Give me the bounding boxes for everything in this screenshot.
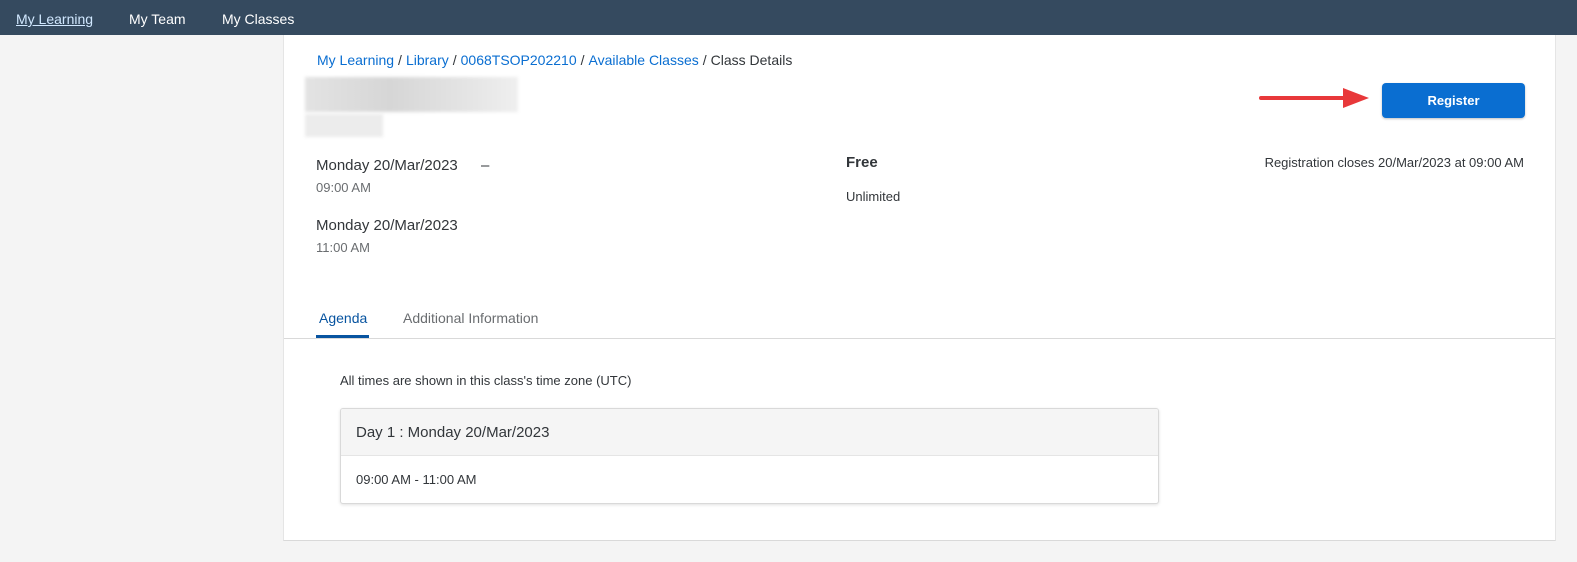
breadcrumb-library[interactable]: Library [406,52,449,68]
seats-label: Unlimited [846,189,901,204]
agenda-time-range: 09:00 AM - 11:00 AM [356,472,477,487]
start-date: Monday 20/Mar/2023 [316,157,458,174]
breadcrumb-separator: / [702,52,707,68]
class-details-card: My Learning / Library/0068TSOP202210/Avail… [283,35,1556,541]
tab-divider [284,338,1555,339]
redacted-class-subtitle [305,114,383,137]
annotation-arrow-icon [1259,88,1369,108]
agenda-day-panel: Day 1 : Monday 20/Mar/2023 09:00 AM - 11… [340,408,1159,504]
tab-agenda[interactable]: Agenda [319,310,367,326]
breadcrumb-separator: / [398,52,402,68]
end-time: 11:00 AM [316,240,370,255]
redacted-class-title [305,77,518,112]
registration-deadline: Registration closes 20/Mar/2023 at 09:00… [1264,155,1524,170]
tab-additional-information[interactable]: Additional Information [403,310,538,326]
top-navigation-bar: My Learning My Team My Classes [0,0,1577,35]
price-label: Free [846,154,878,171]
nav-my-learning[interactable]: My Learning [16,11,93,27]
agenda-day-title: Day 1 : Monday 20/Mar/2023 [341,409,1158,456]
breadcrumb-current: Class Details [710,52,793,68]
start-time: 09:00 AM [316,180,371,195]
nav-my-team[interactable]: My Team [129,11,186,27]
breadcrumb: My Learning / Library/0068TSOP202210/Avail… [317,52,792,68]
breadcrumb-available-classes[interactable]: Available Classes [589,52,699,68]
end-date: Monday 20/Mar/2023 [316,217,458,234]
breadcrumb-course-id[interactable]: 0068TSOP202210 [461,52,577,68]
date-range-dash: – [481,157,490,174]
breadcrumb-my-learning[interactable]: My Learning [317,52,394,68]
timezone-note: All times are shown in this class's time… [340,373,632,388]
breadcrumb-separator: / [580,52,585,68]
register-button[interactable]: Register [1382,83,1525,118]
nav-my-classes[interactable]: My Classes [222,11,294,27]
breadcrumb-separator: / [452,52,457,68]
